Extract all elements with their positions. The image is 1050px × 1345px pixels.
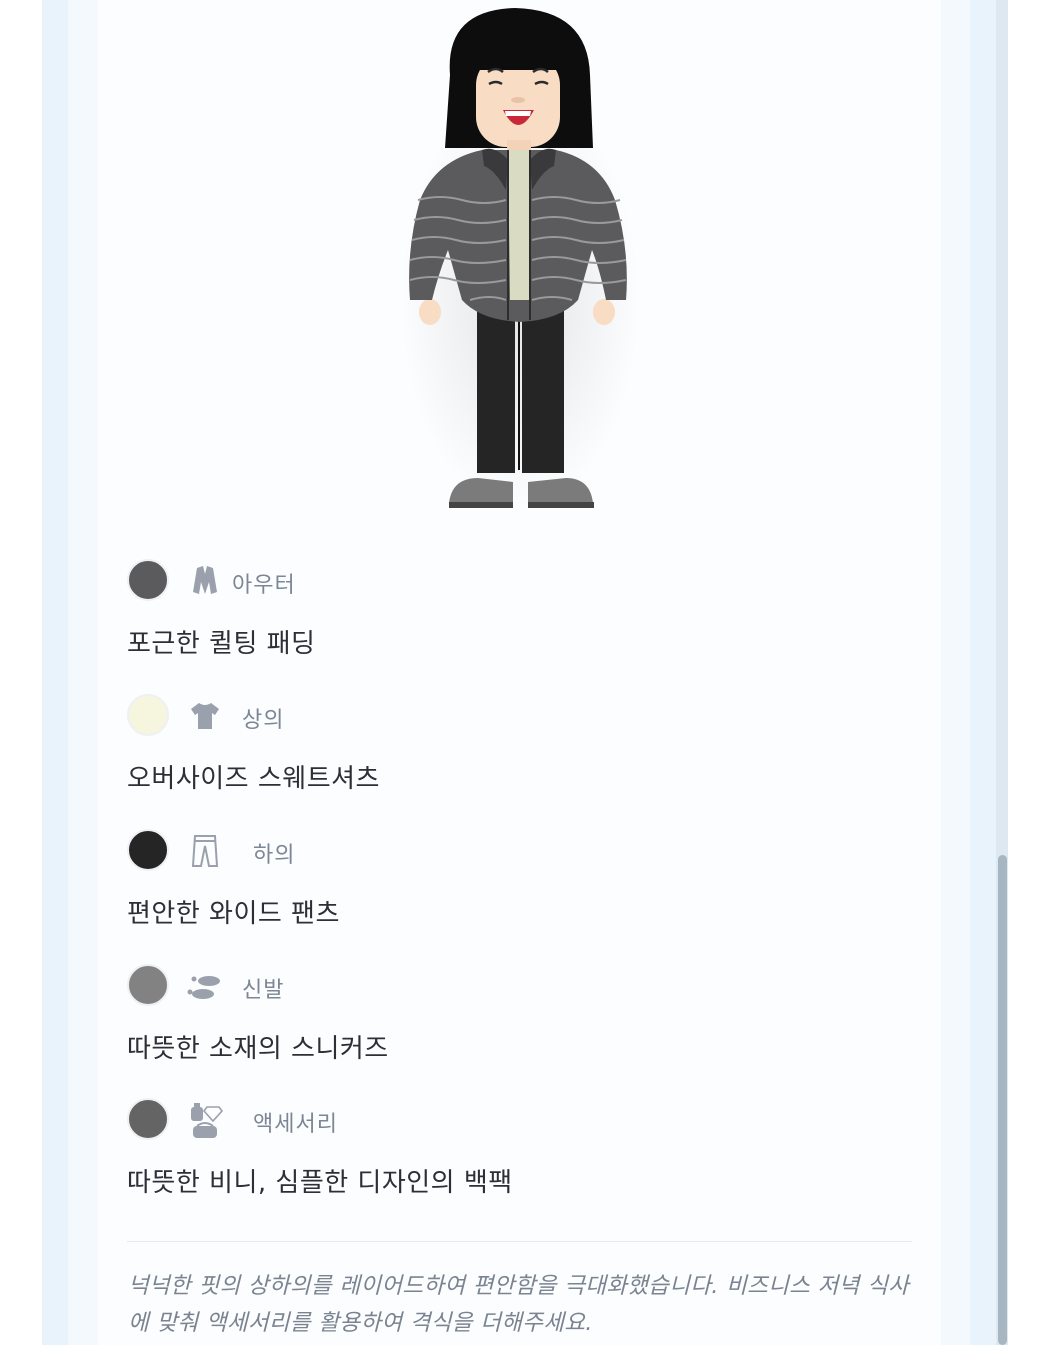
outfit-item-top: 상의 오버사이즈 스웨트셔츠 <box>127 694 927 794</box>
pants-icon <box>191 835 219 867</box>
tshirt-icon <box>191 703 219 729</box>
outfit-item-bottom: 하의 편안한 와이드 팬츠 <box>127 829 927 929</box>
item-description: 포근한 퀼팅 패딩 <box>127 629 316 659</box>
category-label: 하의 <box>253 843 296 868</box>
category-label: 신발 <box>242 978 285 1003</box>
item-description: 따뜻한 소재의 스니커즈 <box>127 1034 389 1064</box>
color-swatch <box>127 559 169 601</box>
styling-note: 넉넉한 핏의 상하의를 레이어드하여 편안함을 극대화했습니다. 비즈니스 저녁… <box>128 1273 910 1336</box>
footprints-icon <box>187 976 220 999</box>
category-label: 액세서리 <box>253 1112 338 1137</box>
section-divider <box>127 1241 912 1242</box>
accessories-icon <box>191 1103 224 1138</box>
item-description: 따뜻한 비니, 심플한 디자인의 백팩 <box>127 1168 513 1198</box>
color-swatch <box>127 694 169 736</box>
color-swatch <box>127 964 169 1006</box>
scrollbar-thumb[interactable] <box>998 855 1007 1345</box>
color-swatch <box>127 829 169 871</box>
item-description: 편안한 와이드 팬츠 <box>127 899 340 929</box>
category-label: 상의 <box>242 708 285 733</box>
outfit-item-shoes: 신발 따뜻한 소재의 스니커즈 <box>127 964 927 1064</box>
jacket-icon <box>193 566 217 594</box>
item-description: 오버사이즈 스웨트셔츠 <box>127 764 380 794</box>
outfit-item-outer: 아우터 포근한 퀼팅 패딩 <box>127 559 927 659</box>
color-swatch <box>127 1098 169 1140</box>
avatar-illustration <box>400 8 640 510</box>
outfit-item-accessories: 액세서리 따뜻한 비니, 심플한 디자인의 백팩 <box>127 1098 927 1198</box>
category-label: 아우터 <box>232 573 296 598</box>
